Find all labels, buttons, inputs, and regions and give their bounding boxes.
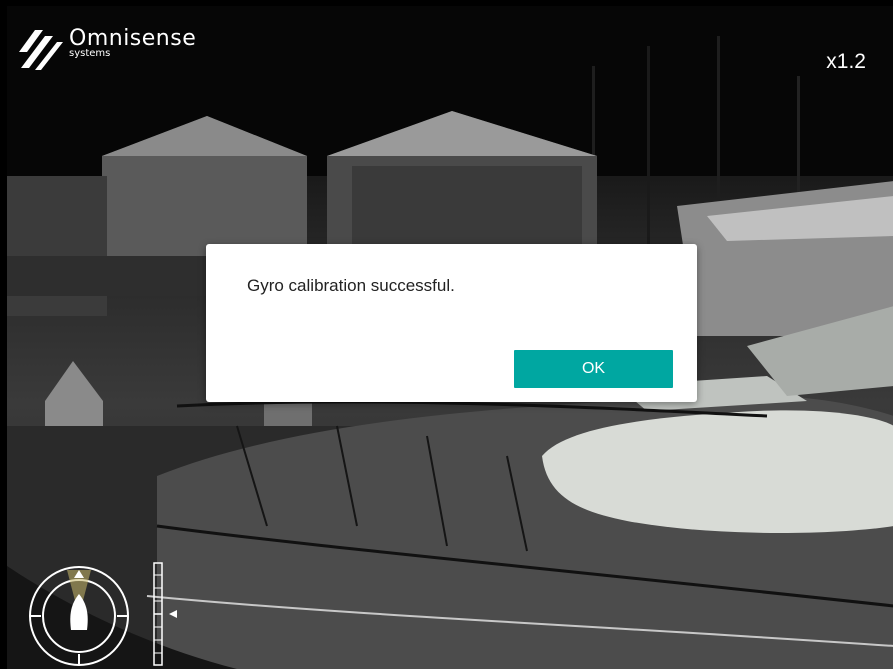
dialog-message: Gyro calibration successful. — [247, 276, 455, 295]
boat-heading-icon — [70, 594, 88, 630]
calibration-dialog: Gyro calibration successful. OK — [206, 244, 697, 402]
pointer-arrow-icon — [169, 610, 177, 618]
brand-name: Omnisense — [69, 26, 197, 51]
compass-icon — [29, 566, 129, 666]
ok-button[interactable]: OK — [514, 350, 673, 388]
zoom-level: x1.2 — [826, 50, 866, 73]
tilt-gauge-icon — [153, 562, 177, 666]
brand-logo: Omnisense systems — [17, 28, 196, 72]
omnisense-logo-icon — [19, 30, 63, 70]
